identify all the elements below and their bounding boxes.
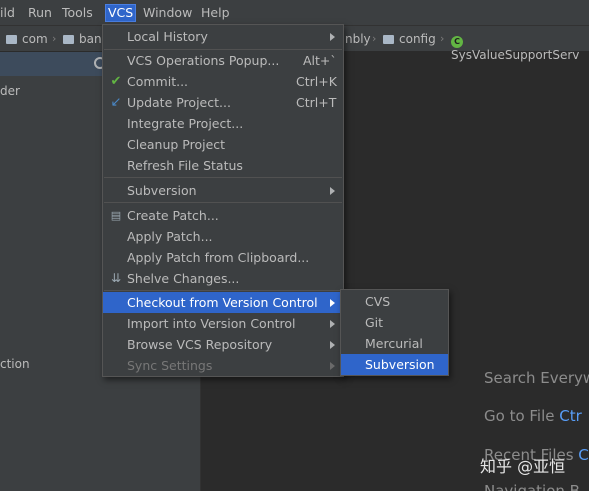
submenu-item-cvs[interactable]: CVS [341,291,448,312]
folder-icon [383,35,394,44]
check-icon: ✔ [110,74,122,89]
menu-item-create-patch[interactable]: ▤ Create Patch... [103,205,343,226]
chevron-right-icon [330,362,335,370]
submenu-item-mercurial[interactable]: Mercurial [341,333,448,354]
vcs-menu: Local History VCS Operations Popup... Al… [102,24,344,377]
menu-item-subversion[interactable]: Subversion [103,180,343,201]
menu-item-integrate-project[interactable]: Integrate Project... [103,113,343,134]
main-menubar: ild Run Tools VCS Window Help [0,0,589,25]
menu-item-refresh-file-status[interactable]: Refresh File Status [103,155,343,176]
breadcrumb-item-com[interactable]: com [6,32,48,46]
menu-item-apply-patch-from-clipboard[interactable]: Apply Patch from Clipboard... [103,247,343,268]
menu-item-update-project[interactable]: ↙ Update Project... Ctrl+T [103,92,343,113]
patch-file-icon: ▤ [110,209,122,222]
hint-search-everywhere: Search Everyw [484,369,589,387]
menu-item-checkout-from-version-control[interactable]: Checkout from Version Control [103,292,343,313]
submenu-item-subversion[interactable]: Subversion [341,354,448,375]
shelve-icon: ⇊ [110,271,122,285]
checkout-submenu: CVS Git Mercurial Subversion [340,289,449,376]
chevron-right-icon [330,33,335,41]
update-arrow-icon: ↙ [110,95,122,110]
tree-item-folder[interactable]: der [0,84,20,98]
tree-item-section[interactable]: ction [0,357,30,371]
menu-item-import-into-version-control[interactable]: Import into Version Control [103,313,343,334]
menu-item-local-history[interactable]: Local History [103,26,343,47]
hint-go-to-file: Go to File Ctr [484,407,582,425]
breadcrumb-separator-icon: › [52,32,57,45]
chevron-right-icon [330,299,335,307]
hint-navigation-bar: Navigation B [484,482,580,491]
menu-help[interactable]: Help [201,4,230,22]
chevron-right-icon [330,341,335,349]
menu-vcs[interactable]: VCS [105,4,137,22]
chevron-right-icon [330,320,335,328]
menu-item-shelve-changes[interactable]: ⇊ Shelve Changes... [103,268,343,289]
folder-icon [63,35,74,44]
menu-build[interactable]: ild [0,4,15,22]
class-icon: C [451,36,463,48]
breadcrumb-item-config[interactable]: config [383,32,436,46]
watermark: 知乎 @亚恒 [480,457,566,476]
menu-run[interactable]: Run [28,4,52,22]
menu-window[interactable]: Window [143,4,192,22]
menu-item-commit[interactable]: ✔ Commit... Ctrl+K [103,71,343,92]
chevron-right-icon [330,187,335,195]
breadcrumb-separator-icon: › [372,32,377,45]
folder-icon [6,35,17,44]
breadcrumb-separator-icon: › [440,32,445,45]
menu-item-cleanup-project[interactable]: Cleanup Project [103,134,343,155]
menu-item-browse-vcs-repository[interactable]: Browse VCS Repository [103,334,343,355]
breadcrumb-item-class[interactable]: CSysValueSupportServ [451,32,589,62]
menu-item-sync-settings: Sync Settings [103,355,343,376]
menu-item-vcs-operations-popup[interactable]: VCS Operations Popup... Alt+` [103,50,343,71]
menu-separator [104,202,342,203]
menu-item-apply-patch[interactable]: Apply Patch... [103,226,343,247]
menu-separator [104,177,342,178]
menu-tools[interactable]: Tools [62,4,93,22]
menu-separator [104,290,342,291]
submenu-item-git[interactable]: Git [341,312,448,333]
breadcrumb-item-nbly[interactable]: nbly [345,32,371,46]
breadcrumb-item-ban[interactable]: ban [63,32,102,46]
